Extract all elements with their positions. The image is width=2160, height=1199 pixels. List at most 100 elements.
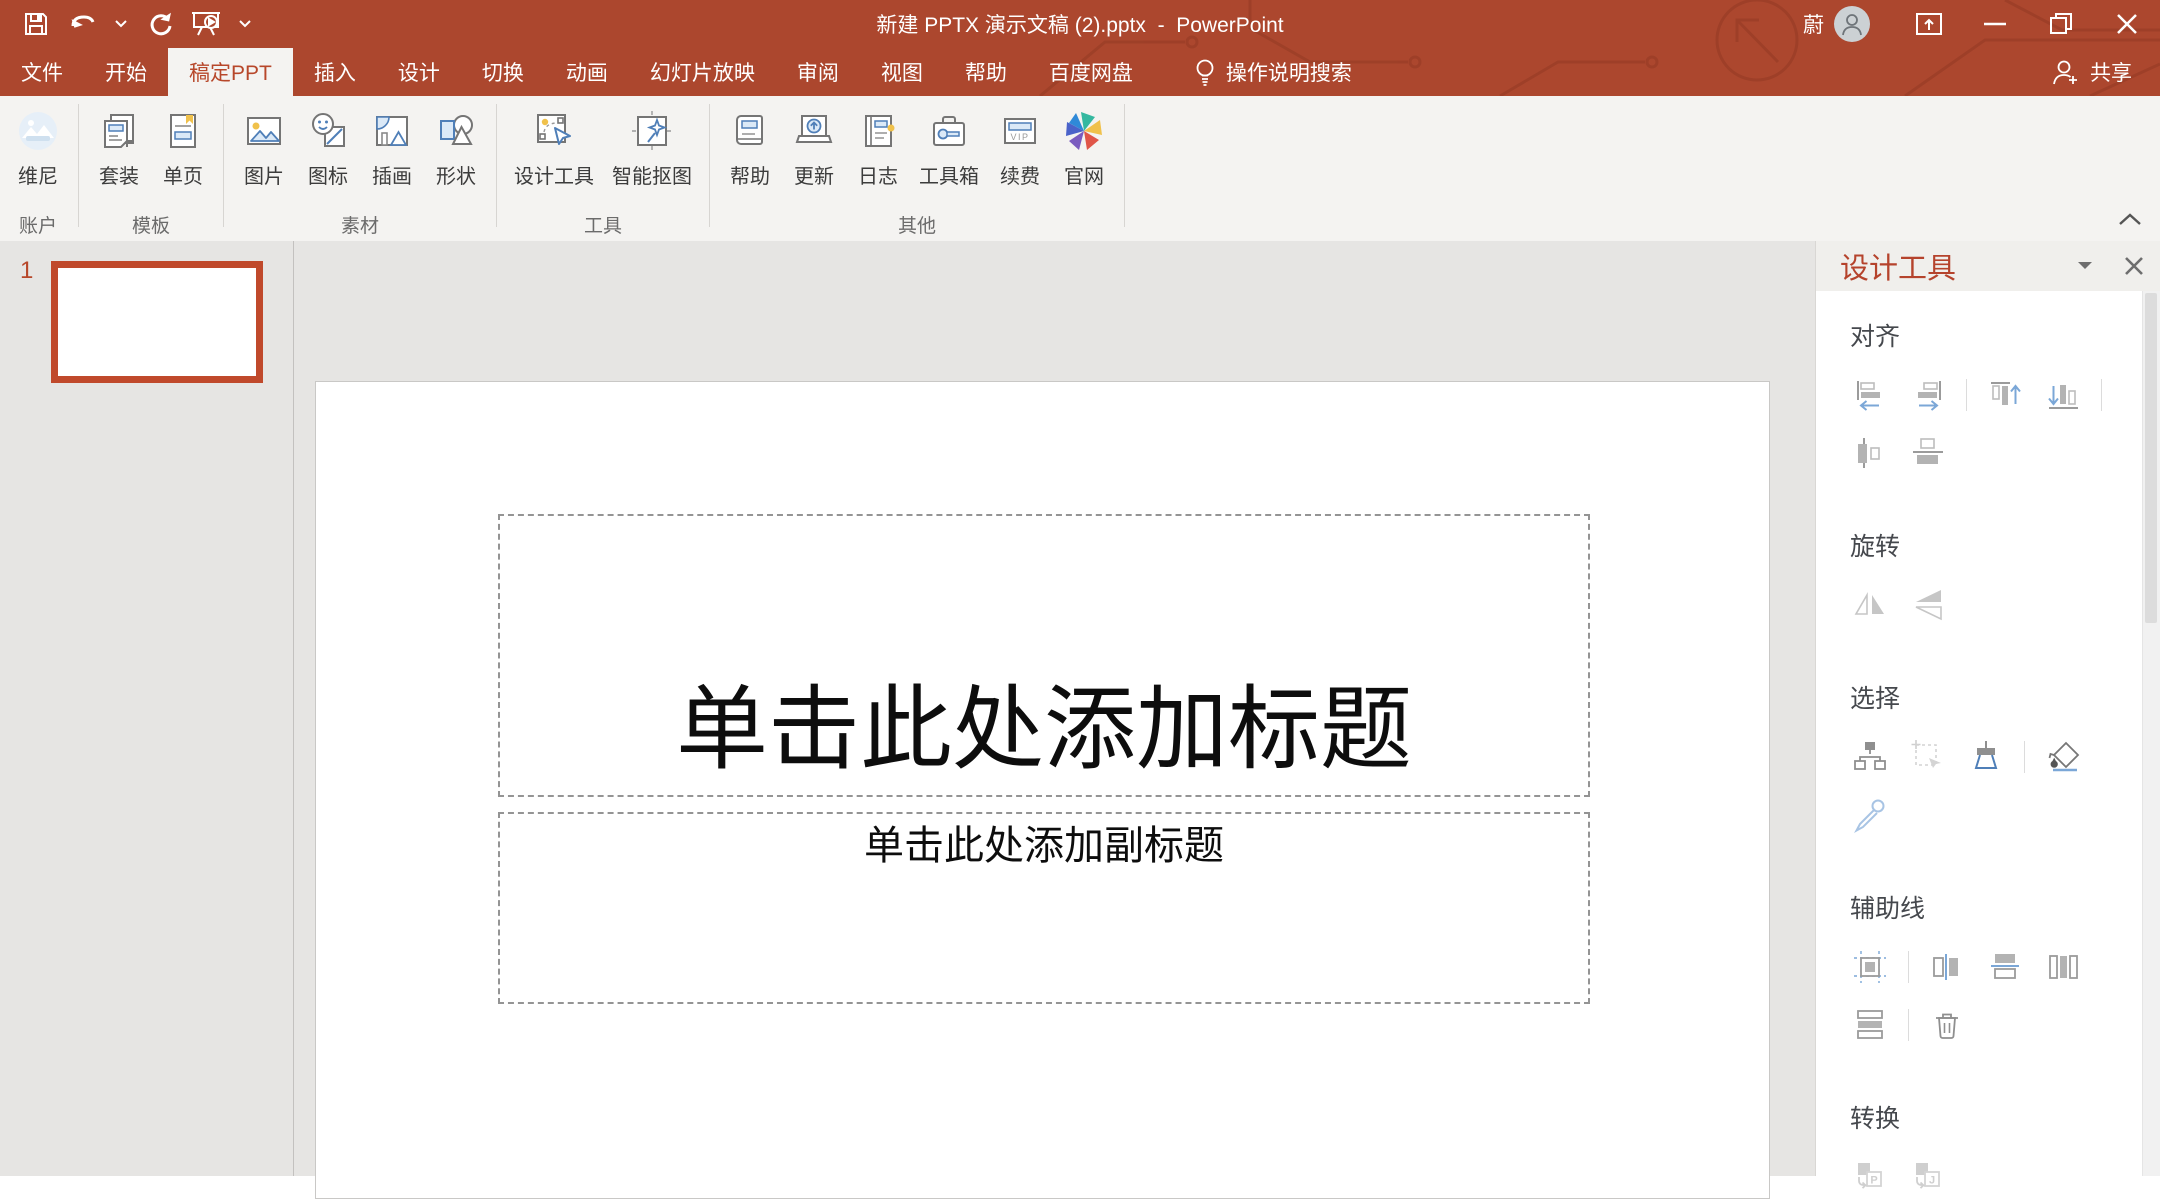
slides-panel: 1 <box>0 241 294 1176</box>
share-person-icon <box>2050 57 2080 87</box>
group-name-templates: 模板 <box>87 207 215 241</box>
single-page-icon <box>160 108 206 154</box>
panel-scrollbar-thumb[interactable] <box>2145 293 2157 623</box>
account-avatar-icon <box>15 108 61 154</box>
panel-dropdown-icon[interactable] <box>2062 241 2108 291</box>
title-placeholder[interactable]: 单击此处添加标题 <box>498 514 1590 797</box>
ribbon-item-vip-renew[interactable]: VIP 续费 <box>988 106 1052 191</box>
ribbon-display-options-icon[interactable] <box>1896 0 1962 48</box>
ribbon-item-changelog[interactable]: 日志 <box>846 106 910 191</box>
ribbon-item-icon-sticker[interactable]: 图标 <box>296 106 360 191</box>
icon-separator <box>1966 379 1967 411</box>
restore-icon[interactable] <box>2028 0 2094 48</box>
tab-animations[interactable]: 动画 <box>545 48 629 96</box>
convert-to-p-icon[interactable]: P <box>1850 1157 1890 1197</box>
ribbon-item-official-site[interactable]: 官网 <box>1052 106 1116 191</box>
ribbon-item-illustration[interactable]: 插画 <box>360 106 424 191</box>
group-separator <box>496 104 497 227</box>
panel-scrollbar[interactable] <box>2142 291 2160 1176</box>
ribbon-group-tools: 设计工具 智能抠图 工具 <box>499 96 707 241</box>
tab-view[interactable]: 视图 <box>860 48 944 96</box>
minimize-icon[interactable] <box>1962 0 2028 48</box>
design-tools-panel: 设计工具 对齐 <box>1815 241 2160 1176</box>
workspace: 1 单击此处添加标题 单击此处添加副标题 设计工具 <box>0 241 2160 1176</box>
subtitle-placeholder[interactable]: 单击此处添加副标题 <box>498 812 1590 1004</box>
select-group-icon[interactable] <box>1850 737 1890 777</box>
tab-design[interactable]: 设计 <box>377 48 461 96</box>
ribbon-group-other: 帮助 更新 <box>712 96 1122 241</box>
tab-file[interactable]: 文件 <box>0 48 84 96</box>
tab-review[interactable]: 审阅 <box>776 48 860 96</box>
collapse-ribbon-icon[interactable] <box>2118 212 2142 231</box>
icon-separator <box>2101 379 2102 411</box>
flip-vertical-icon[interactable] <box>1908 585 1948 625</box>
start-slideshow-icon[interactable] <box>190 8 222 40</box>
section-select: 选择 <box>1850 679 2144 835</box>
group-name-account: 账户 <box>6 207 70 241</box>
group-separator <box>709 104 710 227</box>
customize-quick-access-icon[interactable] <box>236 8 254 40</box>
ribbon-item-toolbox[interactable]: 工具箱 <box>910 106 988 191</box>
delete-guides-icon[interactable] <box>1927 1005 1967 1045</box>
format-brush-icon[interactable] <box>1966 737 2006 777</box>
ribbon-item-design-tools[interactable]: 设计工具 <box>505 106 603 191</box>
icon-separator <box>2024 741 2025 773</box>
split-horizontal-icon[interactable] <box>1985 947 2025 987</box>
align-bottom-icon[interactable] <box>2043 375 2083 415</box>
tab-baidu-netdisk[interactable]: 百度网盘 <box>1028 48 1154 96</box>
titlebar-right: 蔚 <box>1803 0 2160 48</box>
tab-help[interactable]: 帮助 <box>944 48 1028 96</box>
eyedropper-icon[interactable] <box>1850 795 1890 835</box>
marquee-select-icon[interactable] <box>1908 737 1948 777</box>
tab-insert[interactable]: 插入 <box>293 48 377 96</box>
three-columns-icon[interactable] <box>2043 947 2083 987</box>
close-icon[interactable] <box>2094 0 2160 48</box>
undo-icon[interactable] <box>66 8 98 40</box>
ribbon-item-winnie[interactable]: 维尼 <box>6 106 70 191</box>
share-button[interactable]: 共享 <box>2050 48 2160 96</box>
align-top-icon[interactable] <box>1985 375 2025 415</box>
ribbon-group-templates: 套装 单页 模板 <box>81 96 221 241</box>
tab-gaoding-ppt[interactable]: 稿定PPT <box>168 48 293 96</box>
ribbon-item-picture[interactable]: 图片 <box>232 106 296 191</box>
split-vertical-icon[interactable] <box>1927 947 1967 987</box>
undo-dropdown[interactable] <box>112 8 130 40</box>
user-badge[interactable]: 蔚 <box>1803 9 1824 39</box>
align-middle-vertical-icon[interactable] <box>1908 433 1948 473</box>
tab-slideshow[interactable]: 幻灯片放映 <box>629 48 776 96</box>
ribbon-item-shapes[interactable]: 形状 <box>424 106 488 191</box>
align-left-icon[interactable] <box>1850 375 1890 415</box>
icon-sticker-icon <box>305 108 351 154</box>
tell-me-search[interactable]: 操作说明搜索 <box>1180 48 1366 96</box>
design-panel-title: 设计工具 <box>1816 245 2062 287</box>
slide[interactable]: 单击此处添加标题 单击此处添加副标题 <box>315 381 1770 1199</box>
svg-text:P: P <box>1870 1175 1877 1187</box>
panel-close-icon[interactable] <box>2108 241 2160 291</box>
three-rows-icon[interactable] <box>1850 1005 1890 1045</box>
guide-frame-icon[interactable] <box>1850 947 1890 987</box>
align-center-horizontal-icon[interactable] <box>1850 433 1890 473</box>
section-rotate: 旋转 <box>1850 527 2144 625</box>
share-label: 共享 <box>2090 57 2132 87</box>
ribbon-item-help[interactable]: 帮助 <box>718 106 782 191</box>
fill-bucket-icon[interactable] <box>2043 737 2083 777</box>
redo-icon[interactable] <box>144 8 176 40</box>
tab-home[interactable]: 开始 <box>84 48 168 96</box>
avatar[interactable] <box>1834 6 1870 42</box>
align-right-icon[interactable] <box>1908 375 1948 415</box>
slide-thumbnail[interactable] <box>51 261 263 383</box>
tab-transitions[interactable]: 切换 <box>461 48 545 96</box>
convert-to-j-icon[interactable]: J <box>1908 1157 1948 1197</box>
ribbon-item-smart-cutout[interactable]: 智能抠图 <box>603 106 701 191</box>
flip-horizontal-icon[interactable] <box>1850 585 1890 625</box>
save-icon[interactable] <box>20 8 52 40</box>
ribbon-item-single-page[interactable]: 单页 <box>151 106 215 191</box>
tell-me-label: 操作说明搜索 <box>1226 57 1352 87</box>
help-book-icon <box>727 108 773 154</box>
changelog-notebook-icon <box>855 108 901 154</box>
icon-separator <box>1908 1009 1909 1041</box>
ribbon-item-update[interactable]: 更新 <box>782 106 846 191</box>
update-laptop-icon <box>791 108 837 154</box>
ribbon-item-template-set[interactable]: 套装 <box>87 106 151 191</box>
slide-number: 1 <box>20 257 33 285</box>
